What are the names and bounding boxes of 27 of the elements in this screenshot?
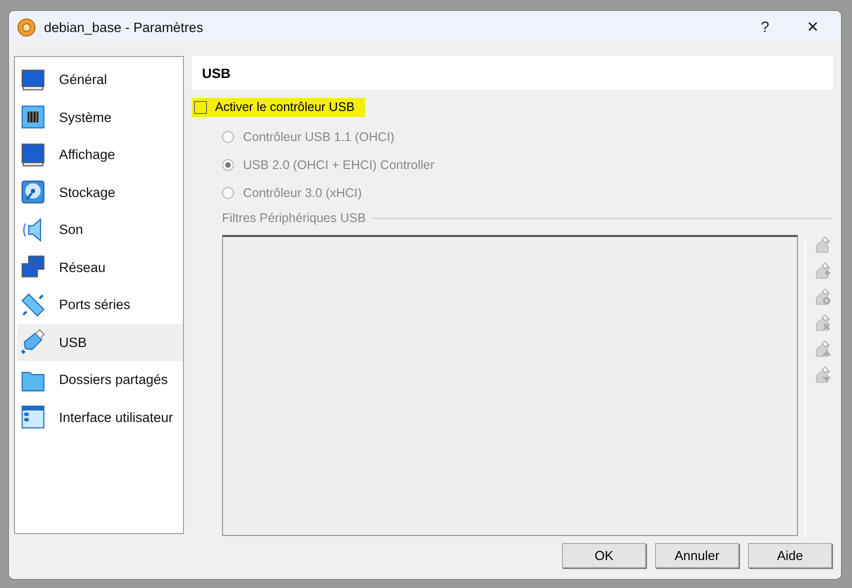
close-button[interactable]: ✕ bbox=[793, 12, 833, 42]
sidebar-item[interactable]: Général bbox=[17, 61, 183, 98]
help-button[interactable]: ? bbox=[745, 12, 785, 42]
sidebar-item[interactable]: Réseau bbox=[17, 248, 183, 286]
sidebar-item[interactable]: Dossiers partagés bbox=[17, 361, 183, 398]
page-title: USB bbox=[192, 56, 833, 90]
window-icon bbox=[20, 404, 46, 430]
monitor-icon bbox=[20, 142, 46, 168]
help-button[interactable]: Aide bbox=[748, 543, 832, 568]
network-icon bbox=[20, 254, 46, 280]
enable-usb-checkbox[interactable]: Activer le contrôleur USB bbox=[192, 98, 365, 117]
window-title: debian_base - Paramètres bbox=[44, 20, 204, 34]
sidebar-item[interactable]: Interface utilisateur bbox=[17, 398, 183, 436]
monitor-icon bbox=[20, 66, 46, 93]
usb-plug-icon bbox=[20, 329, 46, 356]
sidebar-item[interactable]: Stockage bbox=[17, 174, 183, 211]
sidebar-item[interactable]: Ports séries bbox=[17, 286, 183, 324]
sidebar-item[interactable]: Son bbox=[17, 211, 183, 248]
serial-port-icon bbox=[20, 292, 46, 318]
sidebar-item[interactable]: Système bbox=[17, 98, 183, 136]
sidebar-item[interactable]: USB bbox=[17, 324, 183, 361]
chip-icon bbox=[20, 104, 46, 130]
cancel-button[interactable]: Annuler bbox=[655, 543, 739, 568]
sidebar-item[interactable]: Affichage bbox=[17, 136, 183, 174]
gear-icon bbox=[17, 18, 36, 36]
group-title: Filtres Périphériques USB bbox=[222, 211, 366, 225]
ok-button[interactable]: OK bbox=[562, 543, 646, 568]
